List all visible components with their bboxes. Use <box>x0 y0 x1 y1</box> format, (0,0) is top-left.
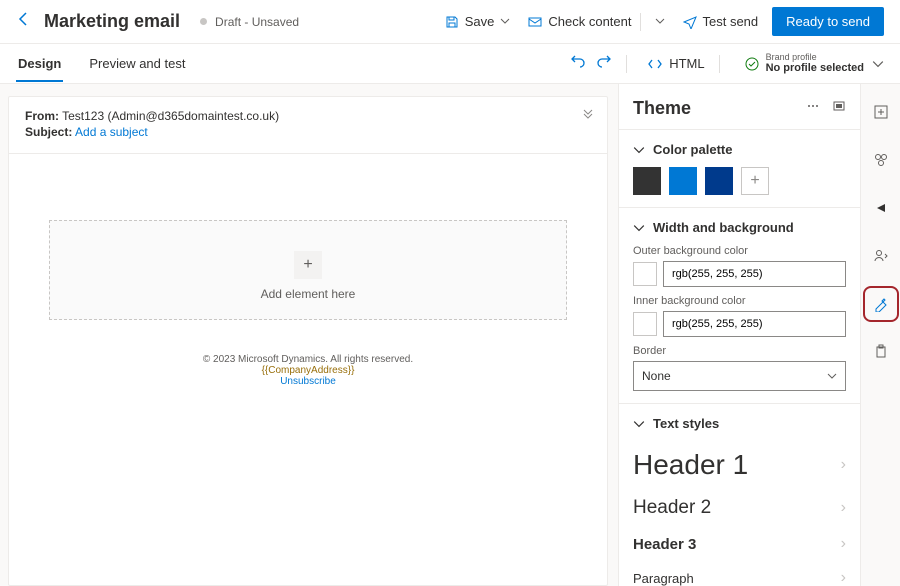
footer-token: {{CompanyAddress}} <box>9 365 607 376</box>
save-label: Save <box>465 14 495 29</box>
ready-to-send-button[interactable]: Ready to send <box>772 7 884 36</box>
tab-design[interactable]: Design <box>16 46 63 81</box>
chevron-right-icon: › <box>841 456 846 474</box>
h1-label: Header 1 <box>633 449 748 481</box>
rail-settings[interactable] <box>867 146 895 174</box>
collapse-header-button[interactable] <box>581 109 595 126</box>
send-icon <box>683 15 697 29</box>
dropzone-text: Add element here <box>50 287 566 301</box>
h3-label: Header 3 <box>633 536 696 553</box>
panel-title: Theme <box>633 98 794 119</box>
text-styles-title: Text styles <box>653 416 719 431</box>
add-subject-link[interactable]: Add a subject <box>75 125 148 139</box>
chevron-right-icon: › <box>841 499 846 517</box>
chevron-down-icon <box>827 371 837 381</box>
footer-copyright: © 2023 Microsoft Dynamics. All rights re… <box>9 354 607 365</box>
color-swatch[interactable] <box>633 167 661 195</box>
chevron-down-icon <box>872 58 884 70</box>
chevron-down-icon <box>655 14 671 29</box>
brand-icon <box>744 56 760 72</box>
text-style-h2[interactable]: Header 2 › <box>633 489 846 527</box>
check-content-label: Check content <box>548 14 631 29</box>
text-style-h3[interactable]: Header 3 › <box>633 527 846 561</box>
rail-personalize[interactable] <box>867 242 895 270</box>
chevron-right-icon: › <box>841 535 846 553</box>
undo-button[interactable] <box>570 53 586 74</box>
h2-label: Header 2 <box>633 497 711 519</box>
chevron-down-icon[interactable] <box>500 14 516 29</box>
rail-theme[interactable] <box>867 290 895 318</box>
chevron-down-icon <box>633 418 645 430</box>
section-color-palette[interactable]: Color palette <box>633 142 846 157</box>
tab-preview[interactable]: Preview and test <box>87 46 187 81</box>
html-label: HTML <box>669 56 704 71</box>
unsubscribe-link[interactable]: Unsubscribe <box>9 376 607 387</box>
width-bg-title: Width and background <box>653 220 794 235</box>
rail-clipboard[interactable] <box>867 338 895 366</box>
color-palette-title: Color palette <box>653 142 732 157</box>
text-style-paragraph[interactable]: Paragraph › <box>633 561 846 586</box>
email-footer: © 2023 Microsoft Dynamics. All rights re… <box>9 354 607 387</box>
border-label: Border <box>633 345 846 357</box>
status-dot <box>200 18 207 25</box>
email-canvas: From: Test123 (Admin@d365domaintest.co.u… <box>8 96 608 586</box>
rail-add-element[interactable] <box>867 98 895 126</box>
save-icon <box>445 15 459 29</box>
from-value: Test123 (Admin@d365domaintest.co.uk) <box>62 109 279 123</box>
add-element-button[interactable]: + <box>294 251 322 279</box>
paragraph-label: Paragraph <box>633 571 694 586</box>
dropzone[interactable]: + Add element here <box>49 220 567 320</box>
save-button[interactable]: Save <box>445 14 517 29</box>
color-swatch[interactable] <box>705 167 733 195</box>
outer-bg-chip[interactable] <box>633 262 657 286</box>
right-rail <box>860 84 900 586</box>
border-select[interactable]: None <box>633 361 846 391</box>
panel-more-button[interactable] <box>806 99 820 118</box>
status-text: Draft - Unsaved <box>215 15 299 29</box>
brand-value: No profile selected <box>766 62 864 74</box>
code-icon <box>647 56 663 72</box>
subject-label: Subject: <box>25 125 72 139</box>
section-width-background[interactable]: Width and background <box>633 220 846 235</box>
outer-bg-input[interactable] <box>663 261 846 287</box>
divider <box>719 55 720 73</box>
rail-preview[interactable] <box>867 194 895 222</box>
inner-bg-label: Inner background color <box>633 295 846 307</box>
page-title: Marketing email <box>44 11 180 32</box>
add-color-button[interactable]: + <box>741 167 769 195</box>
chevron-down-icon <box>633 222 645 234</box>
divider <box>626 55 627 73</box>
test-send-button[interactable]: Test send <box>683 14 759 29</box>
border-value: None <box>642 369 671 383</box>
mail-check-icon <box>528 15 542 29</box>
chevron-right-icon: › <box>841 569 846 586</box>
check-content-button[interactable]: Check content <box>528 14 631 29</box>
check-content-dropdown[interactable] <box>649 14 671 29</box>
inner-bg-input[interactable] <box>663 311 846 337</box>
outer-bg-label: Outer background color <box>633 245 846 257</box>
theme-panel: Theme Color palette + Width <box>618 84 860 586</box>
chevron-down-icon <box>633 144 645 156</box>
from-label: From: <box>25 109 59 123</box>
html-view-button[interactable]: HTML <box>647 56 704 72</box>
inner-bg-chip[interactable] <box>633 312 657 336</box>
back-button[interactable] <box>16 11 32 32</box>
text-style-h1[interactable]: Header 1 › <box>633 441 846 489</box>
test-send-label: Test send <box>703 14 759 29</box>
section-text-styles[interactable]: Text styles <box>633 416 846 431</box>
redo-button[interactable] <box>596 53 612 74</box>
panel-expand-button[interactable] <box>832 99 846 118</box>
brand-label: Brand profile <box>766 53 864 62</box>
divider <box>640 13 641 31</box>
color-swatch[interactable] <box>669 167 697 195</box>
brand-profile-selector[interactable]: Brand profile No profile selected <box>744 53 884 74</box>
